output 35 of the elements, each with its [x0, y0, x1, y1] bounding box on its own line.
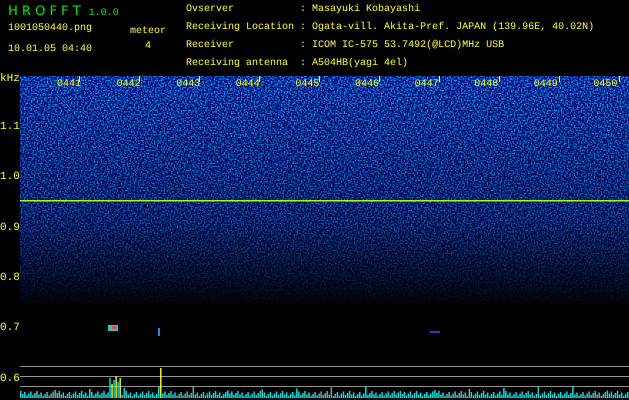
- y-axis-label: 1.0: [0, 171, 20, 184]
- y-axis-label: 0.8: [0, 272, 20, 284]
- info-label: Receiving antenna: [186, 58, 290, 71]
- meteor-label: meteor: [130, 26, 166, 38]
- time-label: 0443: [176, 79, 200, 90]
- info-value: A504HB(yagi 4el): [312, 58, 410, 71]
- time-label: 0442: [116, 79, 141, 90]
- info-separator: :: [300, 22, 306, 35]
- file-name: 1001050440.png: [8, 23, 92, 35]
- y-axis-label: 0.9: [0, 222, 20, 234]
- y-axis-label: 0.6: [0, 372, 20, 384]
- info-separator: :: [300, 4, 306, 17]
- info-label: Ovserver: [186, 4, 236, 17]
- time-label: 0444: [236, 79, 260, 90]
- time-label: 0450: [593, 79, 618, 90]
- info-label: Receiver: [186, 40, 236, 53]
- time-label: 0445: [295, 79, 320, 90]
- info-value: ICOM IC-575 53.7492(@LCD)MHz USB: [312, 40, 506, 53]
- time-label: 0446: [355, 79, 380, 90]
- unit-label: kHz: [0, 73, 20, 85]
- time-label: 0447: [414, 79, 439, 90]
- info-value: Masayuki Kobayashi: [312, 4, 422, 17]
- time-label: 0441: [57, 79, 82, 90]
- file-datetime: 10.01.05 04:40: [8, 44, 92, 56]
- y-axis-label: 1.1: [0, 121, 20, 133]
- app-title: H R O F F T: [8, 4, 81, 19]
- meteor-count: 4: [144, 41, 151, 53]
- info-label: Receiving Location: [186, 22, 294, 35]
- time-label: 0448: [474, 79, 498, 90]
- info-separator: :: [300, 58, 306, 71]
- time-label: 0449: [534, 79, 558, 90]
- y-axis-label: 0.7: [0, 322, 20, 334]
- info-value: Ogata-vill. Akita-Pref. JAPAN (139.96E, 40.02N): [312, 22, 596, 35]
- app-version: 1.0.0: [88, 8, 119, 19]
- info-separator: :: [300, 40, 306, 53]
